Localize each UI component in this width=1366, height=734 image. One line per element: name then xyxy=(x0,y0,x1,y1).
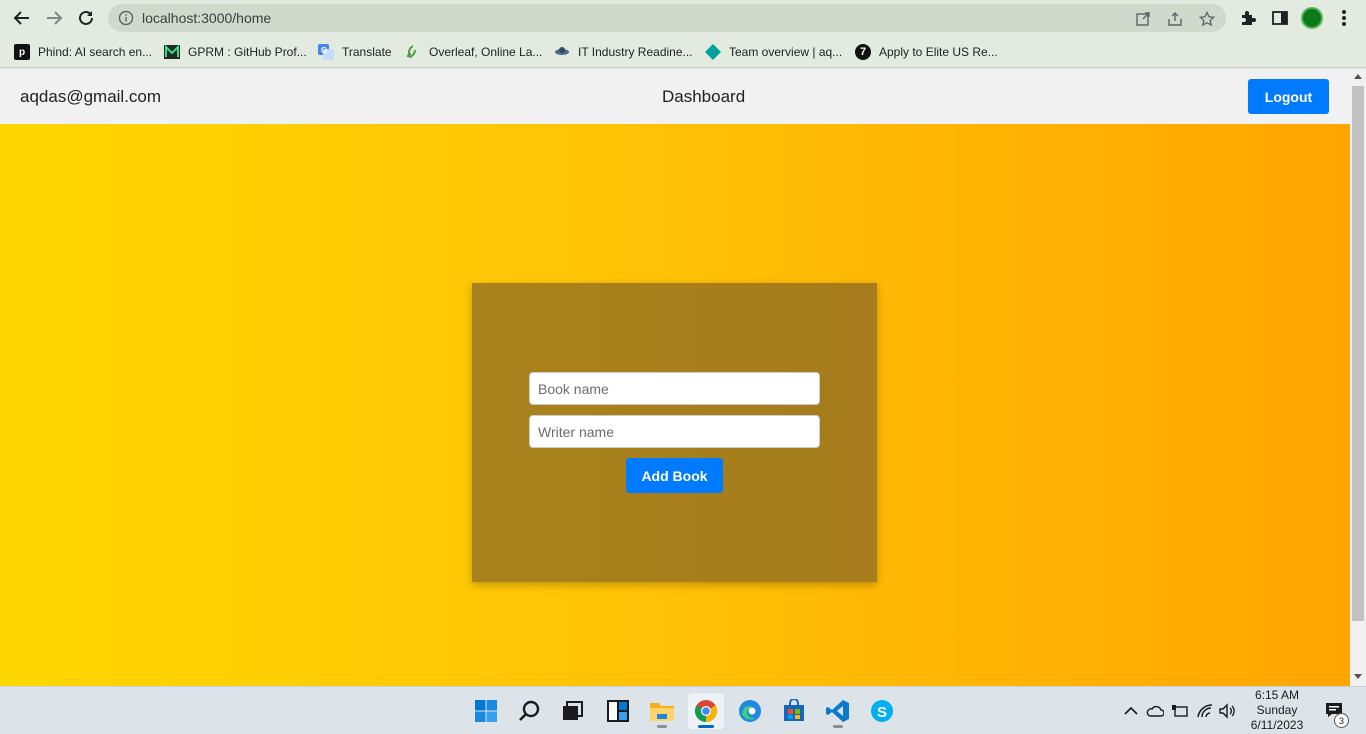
bookmark-team[interactable]: Team overview | aq... xyxy=(705,41,842,63)
back-arrow-icon xyxy=(13,11,29,25)
bookmark-translate[interactable]: G Translate xyxy=(318,41,392,63)
file-explorer-icon xyxy=(650,703,674,721)
translate-icon: G xyxy=(318,44,334,60)
windows-taskbar: S 6:15 AM Sunday 6/11/2023 3 xyxy=(0,686,1366,734)
widgets-icon xyxy=(607,700,629,722)
page-scrollbar[interactable] xyxy=(1350,69,1366,686)
svg-text:S: S xyxy=(877,704,887,721)
wifi-icon[interactable] xyxy=(1196,702,1214,720)
url-text[interactable]: localhost:3000/home xyxy=(142,10,271,26)
clock-day: Sunday xyxy=(1256,703,1298,717)
bookmark-label: Translate xyxy=(342,45,392,59)
forward-button[interactable] xyxy=(42,6,66,30)
phind-icon: p xyxy=(14,44,30,60)
bookmark-gprm[interactable]: GPRM : GitHub Prof... xyxy=(164,41,307,63)
open-in-app-icon[interactable] xyxy=(1134,10,1152,28)
bookmark-label: Phind: AI search en... xyxy=(38,45,153,59)
bookmark-label: GPRM : GitHub Prof... xyxy=(188,45,307,59)
bookmark-phind[interactable]: p Phind: AI search en... xyxy=(14,41,152,63)
scroll-up-arrow-icon[interactable] xyxy=(1354,74,1362,79)
system-clock[interactable]: 6:15 AM Sunday 6/11/2023 xyxy=(1240,688,1314,733)
more-menu-icon[interactable] xyxy=(1334,8,1354,28)
site-info-icon[interactable] xyxy=(118,10,134,26)
share-icon[interactable] xyxy=(1166,10,1184,28)
bookmark-apply[interactable]: 7 Apply to Elite US Re... xyxy=(855,41,998,63)
battery-icon[interactable] xyxy=(1171,702,1189,720)
onedrive-cloud-icon[interactable] xyxy=(1146,702,1164,720)
scrollbar-thumb[interactable] xyxy=(1352,86,1364,621)
app-header: aqdas@gmail.com Dashboard Logout xyxy=(0,69,1350,124)
profile-avatar[interactable] xyxy=(1301,7,1323,29)
reload-icon xyxy=(79,10,93,25)
store-icon xyxy=(784,699,804,721)
notification-count-badge: 3 xyxy=(1334,713,1349,728)
bookmark-label: Overleaf, Online La... xyxy=(429,45,543,59)
add-book-card: Add Book xyxy=(472,283,877,582)
chrome-icon xyxy=(695,700,717,722)
page-viewport: aqdas@gmail.com Dashboard Logout Add Boo… xyxy=(0,69,1350,686)
active-indicator xyxy=(698,725,714,728)
book-name-input[interactable] xyxy=(529,372,820,405)
reload-button[interactable] xyxy=(74,6,98,30)
chrome-button[interactable] xyxy=(688,693,724,729)
show-hidden-icons-chevron-icon[interactable] xyxy=(1122,702,1140,720)
bookmark-label: IT Industry Readine... xyxy=(578,45,693,59)
side-panel-icon[interactable] xyxy=(1270,8,1290,28)
running-indicator xyxy=(657,725,667,728)
edge-button[interactable] xyxy=(732,693,768,729)
task-view-icon xyxy=(563,701,583,720)
store-button[interactable] xyxy=(776,693,812,729)
page-title: Dashboard xyxy=(662,87,746,106)
svg-text:G: G xyxy=(321,46,327,55)
back-button[interactable] xyxy=(10,6,34,30)
dashboard-background: Add Book xyxy=(0,124,1350,686)
bookmark-star-icon[interactable] xyxy=(1198,10,1216,28)
bookmark-it-industry[interactable]: IT Industry Readine... xyxy=(554,41,693,63)
browser-toolbar: localhost:3000/home xyxy=(0,0,1366,36)
skype-button[interactable]: S xyxy=(864,693,900,729)
logout-button[interactable]: Logout xyxy=(1248,79,1329,114)
writer-name-input[interactable] xyxy=(529,415,820,448)
skype-icon: S xyxy=(871,700,893,722)
widgets-button[interactable] xyxy=(600,693,636,729)
bookmark-overleaf[interactable]: Overleaf, Online La... xyxy=(405,41,542,63)
start-icon xyxy=(475,700,497,722)
file-explorer-button[interactable] xyxy=(644,693,680,729)
address-bar[interactable]: localhost:3000/home xyxy=(108,4,1226,32)
team-icon xyxy=(705,44,721,60)
edge-icon xyxy=(739,700,761,722)
start-button[interactable] xyxy=(468,693,504,729)
running-indicator xyxy=(833,725,843,728)
taskbar-search-button[interactable] xyxy=(512,693,548,729)
vscode-button[interactable] xyxy=(820,693,856,729)
bookmark-label: Apply to Elite US Re... xyxy=(879,45,998,59)
search-icon xyxy=(519,700,540,721)
volume-icon[interactable] xyxy=(1218,702,1236,720)
forward-arrow-icon xyxy=(47,11,63,25)
add-book-button[interactable]: Add Book xyxy=(626,458,723,493)
clock-time: 6:15 AM xyxy=(1254,688,1300,702)
bookmarks-bar: p Phind: AI search en... GPRM : GitHub P… xyxy=(0,36,1366,68)
overleaf-icon xyxy=(405,44,421,60)
it-industry-icon xyxy=(554,44,570,60)
user-email: aqdas@gmail.com xyxy=(20,87,162,106)
extensions-icon[interactable] xyxy=(1238,8,1258,28)
task-view-button[interactable] xyxy=(554,693,590,729)
apply-icon: 7 xyxy=(855,44,871,60)
vscode-icon xyxy=(826,700,849,722)
gprm-icon xyxy=(164,44,180,60)
scroll-down-arrow-icon[interactable] xyxy=(1354,674,1362,679)
bookmark-label: Team overview | aq... xyxy=(729,45,843,59)
clock-date: 6/11/2023 xyxy=(1250,718,1304,732)
